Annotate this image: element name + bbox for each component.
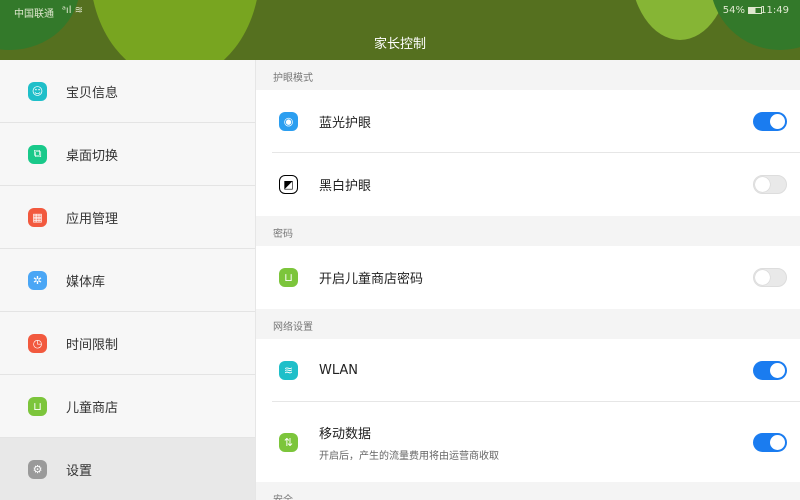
sidebar-item-time-limit[interactable]: ◷ 时间限制 <box>0 312 255 375</box>
battery-percent: 54% <box>722 5 745 16</box>
sidebar-item-kids-store[interactable]: ⊔ 儿童商店 <box>0 375 255 438</box>
settings-panel: 护眼模式 ◉ 蓝光护眼 ◩ 黑白护眼 密码 ⊔ 开启儿童商店密码 网络设置 ≋ WLAN ⇅ 移动数据开… <box>256 60 800 500</box>
setting-row: ◉ 蓝光护眼 <box>256 90 800 153</box>
section-header: 网络设置 <box>256 309 800 339</box>
baby-info-icon: ☺ <box>28 81 47 101</box>
media-library-icon: ✲ <box>28 270 47 290</box>
toggle-switch[interactable] <box>753 361 787 380</box>
sidebar-item-label: 儿童商店 <box>66 400 119 416</box>
signal-wifi-icon: ᵃıl ≋ <box>62 5 84 16</box>
sidebar-item-app-management[interactable]: ▦ 应用管理 <box>0 186 255 249</box>
app-header: 中国联通 ᵃıl ≋ 54% 11:49 家长控制 <box>0 0 800 60</box>
app-management-icon: ▦ <box>28 207 47 227</box>
time-limit-icon: ◷ <box>28 333 47 353</box>
sidebar-item-settings[interactable]: ⚙ 设置 <box>0 438 255 500</box>
sidebar-item-desktop-switch[interactable]: ⧉ 桌面切换 <box>0 123 255 186</box>
sidebar-item-media-library[interactable]: ✲ 媒体库 <box>0 249 255 312</box>
sidebar-item-baby-info[interactable]: ☺ 宝贝信息 <box>0 60 255 123</box>
sidebar-item-label: 宝贝信息 <box>66 85 119 101</box>
setting-row: ⊔ 开启儿童商店密码 <box>256 246 800 309</box>
toggle-switch[interactable] <box>753 432 787 452</box>
setting-description: 开启后，产生的流量费用将由运营商收取 <box>319 450 499 462</box>
clock: 11:49 <box>760 5 789 16</box>
grayscale-icon: ◩ <box>279 175 298 194</box>
sidebar-item-label: 应用管理 <box>66 211 119 227</box>
setting-row: ≋ WLAN <box>256 339 800 402</box>
toggle-switch[interactable] <box>753 112 787 131</box>
setting-label: 蓝光护眼 <box>319 116 372 131</box>
toggle-switch[interactable] <box>753 175 787 194</box>
kids-store-icon: ⊔ <box>28 396 47 416</box>
wifi-icon: ≋ <box>279 361 298 380</box>
carrier-label: 中国联通 <box>14 9 54 20</box>
setting-label: WLAN <box>319 363 359 378</box>
setting-row: ⇅ 移动数据开启后，产生的流量费用将由运营商收取 <box>256 402 800 482</box>
setting-label: 移动数据 <box>319 426 372 442</box>
eye-icon: ◉ <box>279 112 298 131</box>
sidebar-item-label: 桌面切换 <box>66 148 119 164</box>
toggle-switch[interactable] <box>753 268 787 287</box>
sidebar: ☺ 宝贝信息 ⧉ 桌面切换 ▦ 应用管理 ✲ 媒体库 ◷ 时间限制 ⊔ 儿童商店 ⚙ 设置 <box>0 60 256 500</box>
setting-label: 黑白护眼 <box>319 179 372 194</box>
mobile-data-icon: ⇅ <box>279 432 298 452</box>
sidebar-item-label: 设置 <box>66 463 93 479</box>
page-title: 家长控制 <box>373 37 426 52</box>
sidebar-item-label: 媒体库 <box>66 274 106 290</box>
sidebar-item-label: 时间限制 <box>66 337 119 353</box>
setting-label: 开启儿童商店密码 <box>319 272 424 287</box>
settings-icon: ⚙ <box>28 459 47 479</box>
setting-row: ◩ 黑白护眼 <box>256 153 800 216</box>
store-lock-icon: ⊔ <box>279 268 298 287</box>
section-header: 护眼模式 <box>256 60 800 90</box>
section-header: 密码 <box>256 216 800 246</box>
section-header: 安全 <box>256 482 800 500</box>
desktop-switch-icon: ⧉ <box>28 144 47 164</box>
